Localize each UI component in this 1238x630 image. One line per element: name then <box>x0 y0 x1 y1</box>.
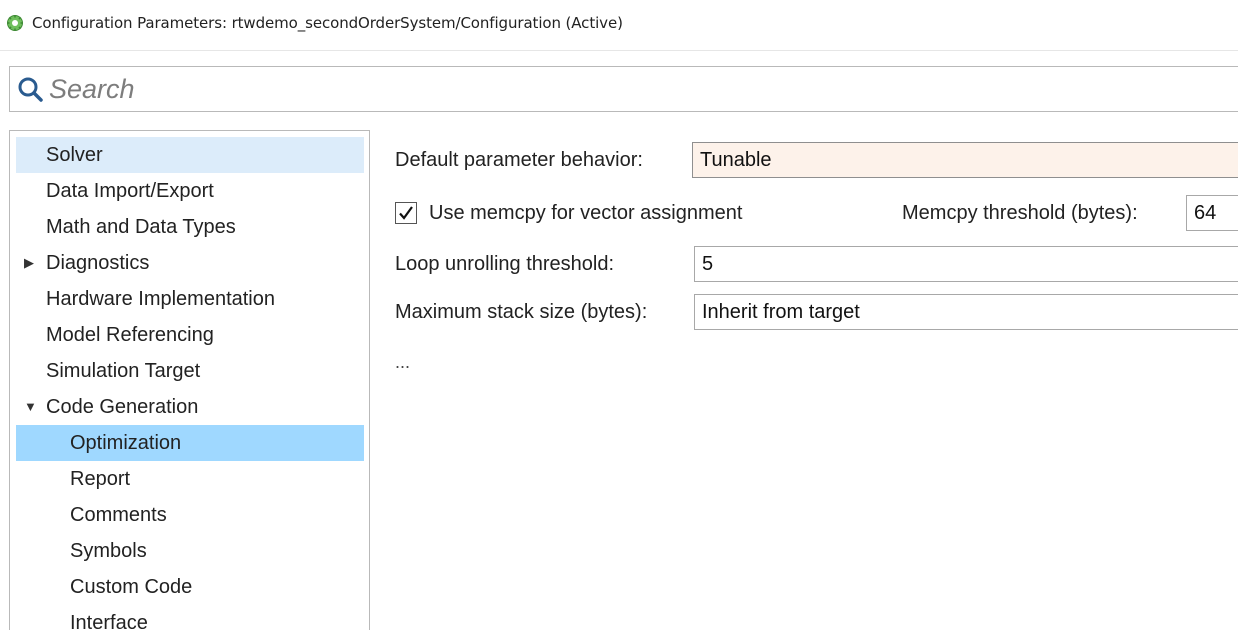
search-input[interactable] <box>49 73 649 105</box>
default-param-row: Default parameter behavior: <box>395 142 643 178</box>
tree-item-math-and-data-types[interactable]: Math and Data Types <box>16 209 364 245</box>
loop-unroll-row: Loop unrolling threshold: <box>395 246 614 282</box>
tree-item-custom-code[interactable]: Custom Code <box>16 569 364 605</box>
loop-unroll-field[interactable]: 5 <box>694 246 1238 282</box>
memcpy-label: Use memcpy for vector assignment <box>429 201 743 224</box>
tree-item-label: Math and Data Types <box>46 216 236 238</box>
tree-item-code-generation[interactable]: ▼ Code Generation <box>16 389 364 425</box>
window-title: Configuration Parameters: rtwdemo_second… <box>32 14 623 32</box>
tree-item-label: Data Import/Export <box>46 180 214 202</box>
tree-item-simulation-target[interactable]: Simulation Target <box>16 353 364 389</box>
checkmark-icon <box>399 206 413 220</box>
default-param-label: Default parameter behavior: <box>395 148 643 171</box>
optimization-pane: Default parameter behavior: Tunable Use … <box>395 140 1238 630</box>
memcpy-threshold-value: 64 <box>1194 202 1217 224</box>
search-box[interactable] <box>9 66 1238 112</box>
tree-item-report[interactable]: Report <box>16 461 364 497</box>
category-tree: Solver Data Import/Export Math and Data Ty… <box>9 130 370 630</box>
max-stack-row: Maximum stack size (bytes): <box>395 294 647 330</box>
tree-item-label: Symbols <box>70 540 147 562</box>
tree-item-interface[interactable]: Interface <box>16 605 364 630</box>
tree-item-comments[interactable]: Comments <box>16 497 364 533</box>
search-icon <box>17 76 43 102</box>
tree-item-hardware-implementation[interactable]: Hardware Implementation <box>16 281 364 317</box>
tree-item-model-referencing[interactable]: Model Referencing <box>16 317 364 353</box>
gear-app-icon <box>6 14 24 32</box>
tree-item-label: Report <box>70 468 131 490</box>
loop-unroll-value: 5 <box>702 253 714 275</box>
tree-item-label: Comments <box>70 504 167 526</box>
loop-unroll-label: Loop unrolling threshold: <box>395 252 615 275</box>
collapsed-arrow-icon[interactable]: ▶ <box>24 245 34 281</box>
tree-item-label: Custom Code <box>70 576 193 598</box>
memcpy-threshold-row: Memcpy threshold (bytes): <box>902 195 1138 231</box>
tree-item-optimization[interactable]: Optimization <box>16 425 364 461</box>
tree-item-label: Optimization <box>70 432 182 454</box>
memcpy-threshold-field[interactable]: 64 <box>1186 195 1238 231</box>
tree-item-symbols[interactable]: Symbols <box>16 533 364 569</box>
max-stack-value: Inherit from target <box>702 301 860 323</box>
tree-item-label: Code Generation <box>46 396 199 418</box>
tree-item-label: Solver <box>46 144 103 166</box>
memcpy-checkbox[interactable] <box>395 202 417 224</box>
max-stack-field[interactable]: Inherit from target <box>694 294 1238 330</box>
config-params-window: Configuration Parameters: rtwdemo_second… <box>0 0 1238 630</box>
tree-list: Solver Data Import/Export Math and Data Ty… <box>10 131 369 630</box>
max-stack-label: Maximum stack size (bytes): <box>395 300 648 323</box>
tree-item-label: Model Referencing <box>46 324 214 346</box>
tree-item-label: Hardware Implementation <box>46 288 275 310</box>
expanded-arrow-icon[interactable]: ▼ <box>24 389 37 425</box>
tree-item-label: Interface <box>70 612 148 630</box>
default-param-dropdown[interactable]: Tunable <box>692 142 1238 178</box>
tree-item-label: Simulation Target <box>46 360 201 382</box>
memcpy-row: Use memcpy for vector assignment <box>395 195 742 231</box>
more-indicator: ... <box>395 352 411 372</box>
tree-item-diagnostics[interactable]: ▶ Diagnostics <box>16 245 364 281</box>
tree-item-label: Diagnostics <box>46 252 150 274</box>
tree-item-data-import-export[interactable]: Data Import/Export <box>16 173 364 209</box>
title-bar: Configuration Parameters: rtwdemo_second… <box>0 0 1238 46</box>
memcpy-threshold-label: Memcpy threshold (bytes): <box>902 201 1138 224</box>
tree-item-solver[interactable]: Solver <box>16 137 364 173</box>
title-divider <box>0 50 1238 51</box>
default-param-value: Tunable <box>700 149 772 171</box>
